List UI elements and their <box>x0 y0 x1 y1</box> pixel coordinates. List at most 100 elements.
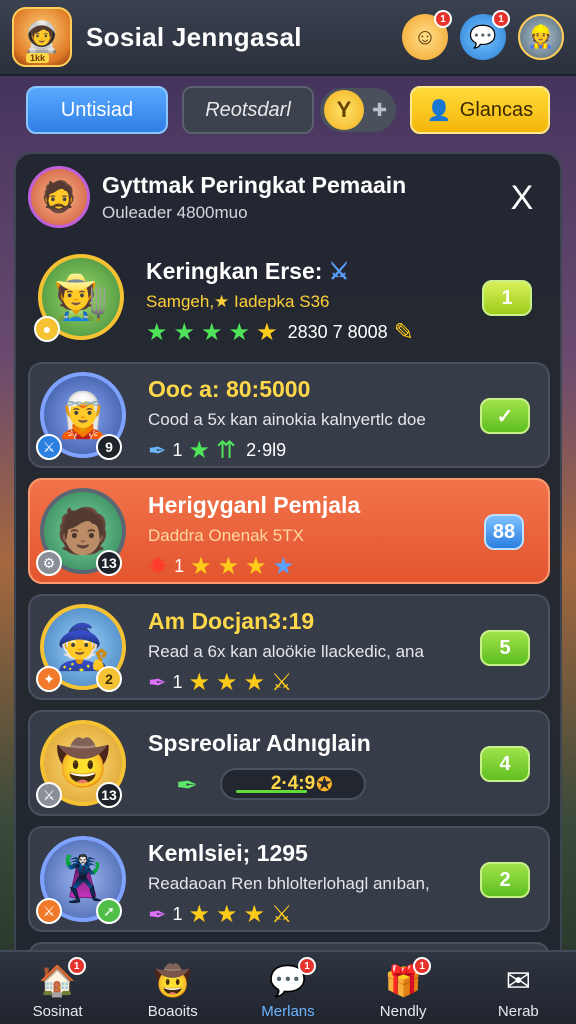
rank-badge: 5 <box>480 630 530 666</box>
star-icon: ★ <box>243 669 265 696</box>
star-icon: ★ <box>217 553 240 580</box>
star-icon: ★ <box>190 553 212 580</box>
rating-stars: ✸ 1 ★ ★ ★ ★ <box>148 552 294 581</box>
notification-badge: 1 <box>434 10 452 28</box>
player-name: Kemlsiei; 1295 <box>148 840 308 866</box>
progress-bar: 2·4:9 <box>220 768 366 800</box>
star-icon: ★ <box>272 553 295 580</box>
leaderboard-row[interactable]: 🧙 ✦ 2 Am Docjan3:19 Read a 6x kan aloöki… <box>28 594 550 700</box>
star-icon: ★ <box>146 319 168 346</box>
rank-badge: 4 <box>480 746 530 782</box>
player-score: 2830 7 8008 <box>287 322 388 342</box>
glancas-label: Glancas <box>459 98 534 121</box>
tab-reotsdarl[interactable]: Reotsdarl <box>182 86 314 134</box>
level-badge: 9 <box>96 434 122 460</box>
target-icon: ✦ <box>36 666 62 692</box>
panel-title: Gyttmak Peringkat Pemaain <box>102 171 407 198</box>
toolbar: Untisiad Reotsdarl Y ✚ 👤 Glancas <box>26 86 550 134</box>
feather-icon: ✒ <box>176 770 198 800</box>
player-detail: Read a 6x kan aloökie llackedic, ana <box>148 642 424 661</box>
star-icon: ★ <box>256 319 278 346</box>
game-logo-icon[interactable]: 🧑‍🚀 1kk <box>12 7 72 67</box>
item-count: 1 <box>172 904 183 924</box>
nav-label: Merlans <box>261 1003 315 1020</box>
star-icon: ★ <box>201 319 223 346</box>
smiley-icon[interactable]: ☺ 1 <box>402 10 452 60</box>
player-name: Herigyganl Pemjala <box>148 492 361 518</box>
logo-tag: 1kk <box>26 53 50 63</box>
rating-stars: ✒ 1 ★ ★ ★ ⚔ <box>148 900 293 929</box>
nav-sosinat[interactable]: 🏠 1 Sosinat <box>8 957 108 1020</box>
nav-merlans[interactable]: 💬 1 Merlans <box>238 957 338 1020</box>
nav-label: Boaoits <box>147 1003 198 1020</box>
sword-icon: ⚔ <box>36 434 62 460</box>
rank-badge: 88 <box>484 514 524 550</box>
glancas-button[interactable]: 👤 Glancas <box>410 86 550 134</box>
leaderboard-row[interactable]: 🦹 ⚔ ➚ Kemlsiei; 1295 Readaoan Ren bhlolt… <box>28 826 550 932</box>
player-name: Ooc a: 80:5000 <box>148 376 311 402</box>
pin-icon: ✚ <box>372 99 388 120</box>
filter-toggle[interactable]: Y ✚ <box>320 88 396 132</box>
item-count: 1 <box>172 440 183 460</box>
rating-stars: ✒ 1 ★ ⇈ 2·9l9 <box>148 436 286 465</box>
pencil-icon: ✎ <box>393 319 414 346</box>
nav-label: Nendly <box>379 1003 427 1020</box>
player-detail: Cood a 5x kan ainokia kalnyertlc doe <box>148 410 426 429</box>
item-count: 1 <box>172 672 183 692</box>
star-icon: ★ <box>188 437 210 464</box>
player-detail: Daddra Onenak 5TX <box>148 526 304 545</box>
coin-icon: ✪ <box>316 774 333 796</box>
app-title: Sosial Jenngasal <box>86 21 302 52</box>
star-icon: ✸ <box>148 553 169 580</box>
panel-header: 🧔 Gyttmak Peringkat Pemaain Ouleader 480… <box>16 154 560 240</box>
bottom-navigation: 🏠 1 Sosinat 🤠 Boaoits 💬 1 Merlans 🎁 1 Ne… <box>0 950 576 1024</box>
user-avatar[interactable]: 👷 <box>518 14 564 60</box>
star-icon: ★ <box>215 901 238 928</box>
star-icon: ★ <box>245 553 267 580</box>
notification-badge: 1 <box>297 957 316 975</box>
top-bar: 🧑‍🚀 1kk Sosial Jenngasal ☺ 1 💬 1 👷 <box>0 0 576 76</box>
nav-boaoits[interactable]: 🤠 Boaoits <box>123 961 223 1021</box>
player-name: Spsreoliar Adnıglain <box>148 730 371 756</box>
sword-icon: ⚔ <box>271 901 293 928</box>
tab-untisiad[interactable]: Untisiad <box>26 86 168 134</box>
sword-icon: ⚔ <box>271 669 293 696</box>
feather-icon: ✒ <box>148 901 167 927</box>
rating-stars: ✒ 1 ★ ★ ★ ⚔ <box>148 668 293 697</box>
chat-icon[interactable]: 💬 1 <box>460 10 510 60</box>
coin-icon: ● <box>34 316 60 342</box>
sword-icon: ⚔ <box>36 898 62 924</box>
feather-icon: ✒ <box>148 669 167 695</box>
notification-badge: 1 <box>67 957 86 975</box>
star-icon: ★ <box>188 901 210 928</box>
nav-nerab[interactable]: ✉ Nerab <box>468 961 568 1021</box>
star-icon: ★ <box>173 319 196 346</box>
player-name: Keringkan Erse: ⚔ <box>146 258 350 284</box>
progress-fill <box>236 790 307 793</box>
close-icon[interactable]: X <box>502 178 542 218</box>
level-badge: 13 <box>96 782 122 808</box>
player-name: Am Docjan3:19 <box>148 608 315 634</box>
checkmark-badge: ✓ <box>480 398 530 434</box>
nav-label: Sosinat <box>32 1003 83 1020</box>
leaderboard-row[interactable]: 🧝 ⚔ 9 Ooc a: 80:5000 Cood a 5x kan ainok… <box>28 362 550 468</box>
rating-stars: ★ ★ ★ ★ ★ 2830 7 8008 ✎ <box>146 318 414 347</box>
nav-label: Nerab <box>497 1003 539 1020</box>
leaderboard-row[interactable]: 🤠 ⚔ 13 Spsreoliar Adnıglain ✒ 2·4:9 ✪ 4 <box>28 710 550 816</box>
sword-icon: ⚔ <box>328 258 350 284</box>
panel-subtitle: Ouleader 4800muo <box>102 202 248 222</box>
mail-icon: ✉ <box>505 964 531 998</box>
feather-icon: ✒ <box>148 437 167 463</box>
player-detail: Readaoan Ren bhlolterlohagl anıban, <box>148 874 430 893</box>
player-score: 2·9l9 <box>246 440 287 460</box>
leaderboard-panel: 🧔 Gyttmak Peringkat Pemaain Ouleader 480… <box>14 152 562 964</box>
player-detail: Samgeh,★ Iadepka S36 <box>146 292 330 311</box>
level-badge: 2 <box>96 666 122 692</box>
nav-nendly[interactable]: 🎁 1 Nendly <box>353 957 453 1020</box>
gear-icon: ⚙ <box>36 550 62 576</box>
star-icon: ★ <box>188 669 210 696</box>
item-count: 1 <box>174 556 185 576</box>
notification-badge: 1 <box>413 957 432 975</box>
leaderboard-row[interactable]: 🧑‍🌾 ● Keringkan Erse: ⚔ Samgeh,★ Iadepka… <box>28 246 550 352</box>
leaderboard-row-highlighted[interactable]: 🧑🏽 ⚙ 13 Herigyganl Pemjala Daddra Onenak… <box>28 478 550 584</box>
